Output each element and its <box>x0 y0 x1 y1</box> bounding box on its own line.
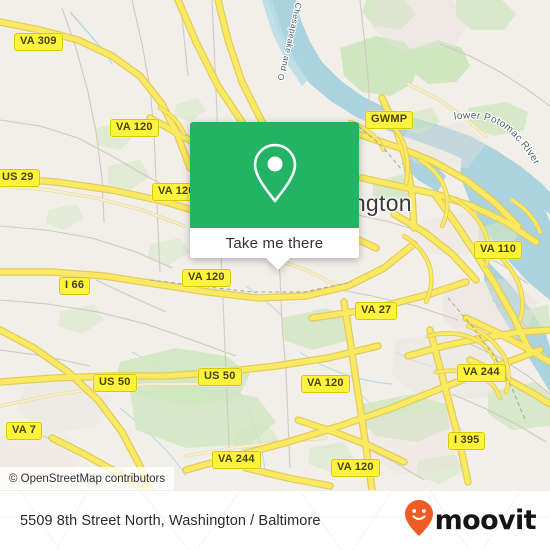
moovit-map-screenshot: lower Potomac River Chesapeake and Ohio … <box>0 0 550 550</box>
map-attribution-bar: © OpenStreetMap contributors <box>0 467 175 490</box>
footer-bar: 5509 8th Street North, Washington / Balt… <box>0 490 550 550</box>
shield-va-120-4[interactable]: VA 120 <box>301 375 350 393</box>
shield-us-50-2[interactable]: US 50 <box>198 368 242 386</box>
destination-address: 5509 8th Street North, Washington / Balt… <box>20 512 321 529</box>
shield-va-120-1[interactable]: VA 120 <box>110 119 159 137</box>
shield-gwmp[interactable]: GWMP <box>365 111 414 129</box>
shield-va-7[interactable]: VA 7 <box>6 422 43 440</box>
shield-va-120-5[interactable]: VA 120 <box>331 459 380 477</box>
popup-tail-pointer <box>265 257 291 270</box>
shield-va-244-2[interactable]: VA 244 <box>212 451 261 469</box>
destination-popup-card[interactable]: Take me there <box>190 122 359 270</box>
shield-va-120-3[interactable]: VA 120 <box>182 269 231 287</box>
moovit-brand-logo[interactable]: moovit <box>404 499 537 542</box>
popup-header <box>190 122 359 228</box>
take-me-there-label: Take me there <box>225 234 324 252</box>
shield-va-244-1[interactable]: VA 244 <box>457 364 506 382</box>
shield-i-395[interactable]: I 395 <box>448 432 486 450</box>
shield-va-309[interactable]: VA 309 <box>14 33 63 51</box>
popup-footer[interactable]: Take me there <box>190 228 359 258</box>
map-canvas[interactable]: lower Potomac River Chesapeake and Ohio … <box>0 0 550 490</box>
moovit-pin-smiley-icon <box>404 499 434 542</box>
popup-body: Take me there <box>190 122 359 258</box>
shield-i-66[interactable]: I 66 <box>59 277 91 295</box>
shield-us-29[interactable]: US 29 <box>0 169 40 187</box>
openstreetmap-attribution[interactable]: © OpenStreetMap contributors <box>9 473 165 485</box>
shield-us-50-1[interactable]: US 50 <box>93 374 137 392</box>
moovit-wordmark: moovit <box>434 505 537 536</box>
shield-va-110[interactable]: VA 110 <box>474 241 523 259</box>
map-pin-icon <box>249 141 301 210</box>
shield-va-27[interactable]: VA 27 <box>355 302 398 320</box>
